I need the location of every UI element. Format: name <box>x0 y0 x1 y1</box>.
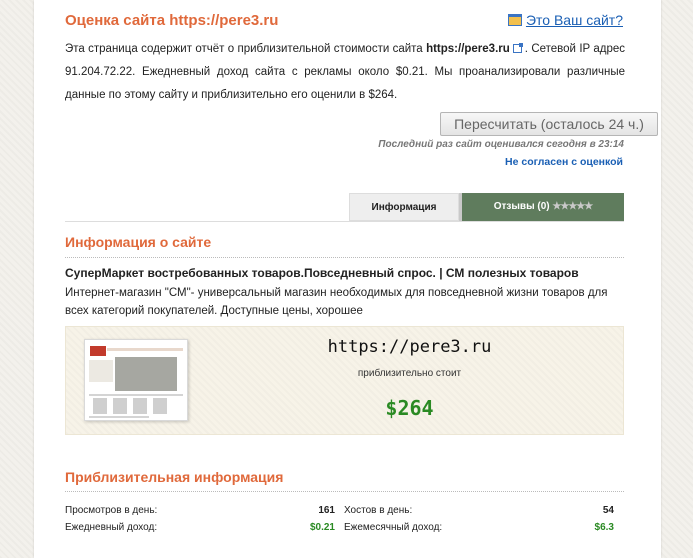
estimate-price: $264 <box>385 396 434 420</box>
approx-info-heading: Приблизительная информация <box>65 469 284 485</box>
disagree-link[interactable]: Не согласен с оценкой <box>505 156 623 168</box>
your-site-link-label: Это Ваш сайт? <box>525 12 623 28</box>
thumbnail-block <box>89 360 113 382</box>
report-text-part: Эта страница содержит отчёт о приблизите… <box>65 43 427 55</box>
divider <box>65 257 624 258</box>
external-link-icon[interactable] <box>512 43 523 53</box>
stat-label: Ежедневный доход: <box>65 522 158 533</box>
report-domain: https://pere3.ru <box>426 43 510 55</box>
thumbnail-row <box>89 394 183 396</box>
stat-value: $0.21 <box>309 522 335 533</box>
stat-label: Ежемесячный доход: <box>344 522 443 533</box>
site-thumbnail[interactable] <box>84 339 188 421</box>
recalculate-button[interactable]: Пересчитать (осталось 24 ч.) <box>440 112 658 136</box>
last-calculated-note: Последний раз сайт оценивался сегодня в … <box>378 139 624 150</box>
stat-hosts-per-day: Хостов в день: 54 <box>344 505 614 519</box>
stat-daily-income: Ежедневный доход: $0.21 <box>65 522 335 536</box>
tab-reviews[interactable]: Отзывы (0) ★★★★★ <box>459 193 624 221</box>
site-owner-icon <box>507 14 522 26</box>
tab-information[interactable]: Информация <box>349 193 459 221</box>
tab-divider <box>65 221 624 222</box>
stat-views-per-day: Просмотров в день: 161 <box>65 505 335 519</box>
thumbnail-product <box>93 398 107 414</box>
rating-stars-icon: ★★★★★ <box>552 201 593 212</box>
thumbnail-product <box>153 398 167 414</box>
stat-monthly-income: Ежемесячный доход: $6.3 <box>344 522 614 536</box>
your-site-link[interactable]: Это Ваш сайт? <box>507 12 623 28</box>
site-name: СуперМаркет востребованных товаров.Повсе… <box>65 266 579 280</box>
stat-label: Хостов в день: <box>344 505 413 516</box>
thumbnail-product <box>133 398 147 414</box>
stat-label: Просмотров в день: <box>65 505 158 516</box>
site-info-heading: Информация о сайте <box>65 234 212 250</box>
thumbnail-banner <box>115 357 177 391</box>
report-text: Эта страница содержит отчёт о приблизите… <box>65 38 625 107</box>
page-title: Оценка сайта https://pere3.ru <box>65 12 279 29</box>
estimate-box: https://pere3.ru приблизительно стоит $2… <box>65 326 624 435</box>
site-description: Интернет-магазин "СМ"- универсальный маг… <box>65 287 608 317</box>
thumbnail-nav <box>107 348 183 351</box>
estimate-label: приблизительно стоит <box>357 368 462 379</box>
estimate-domain: https://pere3.ru <box>327 337 492 357</box>
thumbnail-product <box>113 398 127 414</box>
thumbnail-row <box>89 416 149 418</box>
thumbnail-logo <box>90 346 106 356</box>
tab-bar: Информация Отзывы (0) ★★★★★ <box>349 193 624 221</box>
content-panel: Оценка сайта https://pere3.ru Это Ваш са… <box>34 0 661 558</box>
tab-reviews-label: Отзывы (0) <box>493 201 550 212</box>
stat-value: 54 <box>602 505 614 516</box>
stat-value: 161 <box>318 505 335 516</box>
divider <box>65 491 624 492</box>
stat-value: $6.3 <box>594 522 614 533</box>
